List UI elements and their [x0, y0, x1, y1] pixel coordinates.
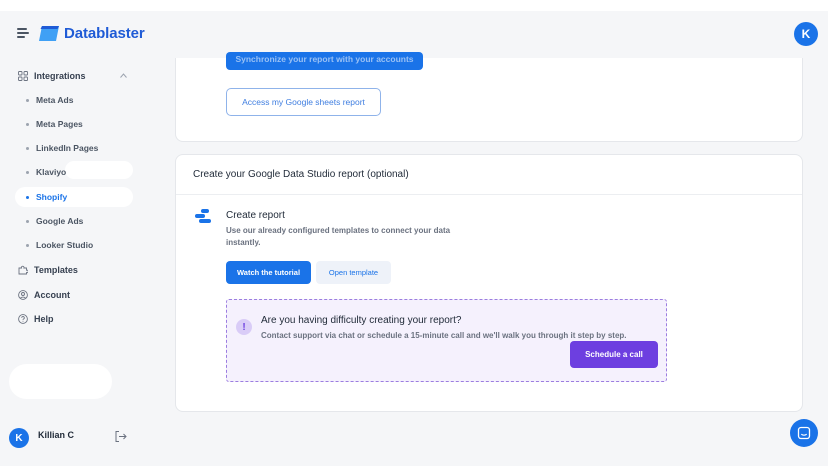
- open-template-button[interactable]: Open template: [316, 261, 391, 284]
- ghost-overlay: [9, 364, 112, 399]
- sidebar-item-meta-ads[interactable]: Meta Ads: [15, 90, 133, 110]
- datablaster-logo-icon: [39, 26, 59, 41]
- watch-tutorial-button[interactable]: Watch the tutorial: [226, 261, 311, 284]
- user-name: Killian C: [38, 430, 75, 440]
- data-studio-card: Create your Google Data Studio report (o…: [175, 154, 803, 412]
- bullet-icon: [26, 122, 29, 126]
- help-description: Contact support via chat or schedule a 1…: [261, 331, 627, 340]
- puzzle-icon: [18, 265, 28, 275]
- logout-icon[interactable]: [114, 430, 127, 443]
- sidebar-item-google-ads[interactable]: Google Ads: [15, 211, 133, 231]
- sidebar: Integrations Meta Ads Meta Pages LinkedI…: [0, 58, 155, 466]
- chevron-up-icon[interactable]: [120, 73, 127, 78]
- sidebar-item-label: Account: [34, 290, 70, 300]
- schedule-call-button[interactable]: Schedule a call: [570, 341, 658, 368]
- help-circle-icon: [18, 314, 28, 324]
- sidebar-item-label: Looker Studio: [36, 240, 94, 250]
- sidebar-item-label: Google Ads: [36, 216, 84, 226]
- sidebar-item-shopify[interactable]: Shopify: [15, 187, 133, 207]
- sidebar-item-label: Integrations: [34, 71, 86, 81]
- brand-name: Datablaster: [64, 25, 145, 42]
- sidebar-item-help[interactable]: Help: [18, 314, 54, 324]
- sidebar-item-looker-studio[interactable]: Looker Studio: [15, 235, 133, 255]
- bullet-icon: [26, 219, 29, 223]
- bullet-icon: [26, 195, 29, 199]
- sidebar-item-label: Meta Ads: [36, 95, 74, 105]
- divider: [176, 194, 802, 195]
- bullet-icon: [26, 98, 29, 102]
- sidebar-item-meta-pages[interactable]: Meta Pages: [15, 114, 133, 134]
- bullet-icon: [26, 170, 29, 174]
- create-report-description: Use our already configured templates to …: [226, 226, 451, 247]
- sidebar-item-label: Templates: [34, 265, 78, 275]
- logo[interactable]: Datablaster: [38, 25, 145, 42]
- sidebar-item-klaviyo[interactable]: Klaviyo: [15, 162, 133, 182]
- create-report-title: Create report: [226, 210, 285, 221]
- card-title: Create your Google Data Studio report (o…: [193, 169, 409, 180]
- help-title: Are you having difficulty creating your …: [261, 315, 462, 326]
- chat-launcher-button[interactable]: [790, 419, 818, 447]
- sidebar-item-account[interactable]: Account: [18, 290, 70, 300]
- sidebar-item-label: Shopify: [36, 192, 68, 202]
- sidebar-item-linkedin-pages[interactable]: LinkedIn Pages: [15, 138, 133, 158]
- grid-icon: [18, 71, 28, 81]
- access-sheets-button[interactable]: Access my Google sheets report: [226, 88, 381, 116]
- sidebar-item-label: Meta Pages: [36, 119, 83, 129]
- sidebar-item-label: Help: [34, 314, 54, 324]
- main-content: Synchronize your report with your accoun…: [155, 52, 828, 466]
- bullet-icon: [26, 146, 29, 150]
- bullet-icon: [26, 243, 29, 247]
- sidebar-item-label: Klaviyo: [36, 167, 67, 177]
- user-circle-icon: [18, 290, 28, 300]
- sidebar-item-integrations[interactable]: Integrations: [18, 71, 86, 81]
- sidebar-user: K Killian C: [9, 428, 149, 452]
- sheets-card: Synchronize your report with your accoun…: [175, 52, 803, 142]
- sync-report-label: Synchronize your report with your accoun…: [235, 54, 414, 64]
- user-avatar[interactable]: K: [794, 22, 818, 46]
- sidebar-item-label: LinkedIn Pages: [36, 143, 99, 153]
- help-callout: ! Are you having difficulty creating you…: [226, 299, 667, 382]
- chat-icon: [797, 426, 811, 440]
- avatar[interactable]: K: [9, 428, 29, 448]
- sync-report-button[interactable]: Synchronize your report with your accoun…: [226, 52, 423, 70]
- collapse-menu-icon[interactable]: [17, 28, 29, 38]
- report-icon: [193, 209, 211, 227]
- sidebar-item-templates[interactable]: Templates: [18, 265, 78, 275]
- exclamation-icon: !: [236, 319, 252, 335]
